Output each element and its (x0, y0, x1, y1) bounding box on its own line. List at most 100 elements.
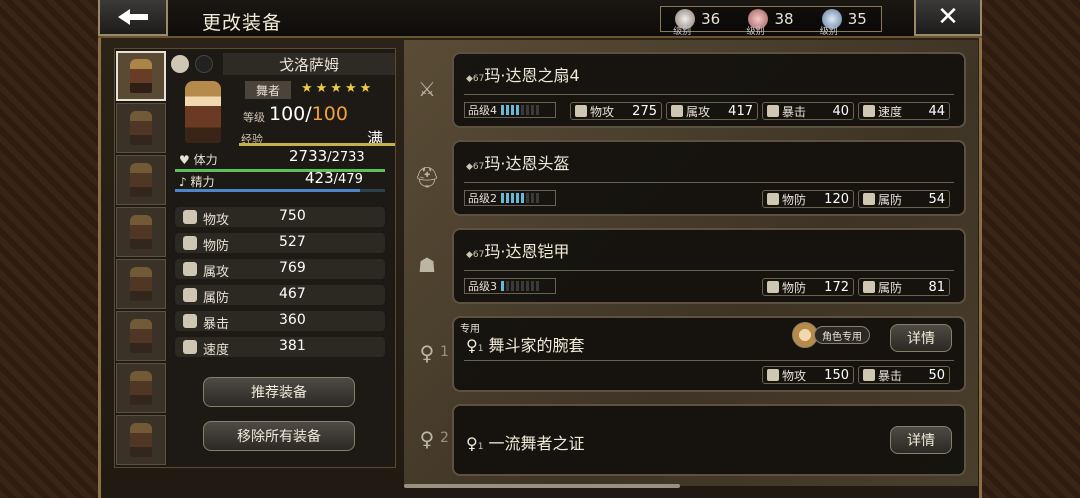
equipment-card-helmet[interactable]: ◆67玛·达恩头盔 品级2 物防 120 属防 54 (452, 140, 966, 216)
scrollbar[interactable] (404, 484, 680, 488)
details-button[interactable]: 详情 (890, 324, 952, 352)
roster-slot[interactable] (116, 155, 166, 205)
grade-pip (526, 105, 529, 115)
elem-defense-icon (863, 193, 875, 205)
roster-slot[interactable] (116, 363, 166, 413)
item-name: 舞斗家的腕套 (488, 336, 585, 355)
stat-box: 物防 120 (762, 190, 854, 208)
mp-row: ♪ 精力 423/479 (175, 169, 395, 191)
character-sprite (130, 215, 152, 249)
grade-pip (511, 281, 514, 291)
roster-slot[interactable] (116, 311, 166, 361)
mp-bar (175, 189, 360, 192)
level-value: 100/100 (269, 103, 348, 125)
phys-defense-icon (183, 236, 197, 250)
item-name: 玛·达恩铠甲 (484, 242, 570, 261)
helmet-icon: ◆ (466, 162, 473, 172)
item-name: 玛·达恩头盔 (484, 154, 570, 173)
armor-icon: ◆ (466, 250, 473, 260)
roster-slot[interactable] (116, 259, 166, 309)
phys-defense-icon (767, 281, 779, 293)
critical-icon (767, 105, 779, 117)
crest-icon: 级别 (746, 9, 769, 37)
grade-bar: 品级3 (464, 278, 556, 294)
elem-defense-icon (863, 281, 875, 293)
grade-pip (506, 281, 509, 291)
role-exclusive-tag: 角色专用 (814, 326, 870, 344)
roster-slot[interactable] (116, 51, 166, 101)
stat-box: 暴击 40 (762, 102, 854, 120)
elem-attack-icon (183, 262, 197, 276)
grade-pip (516, 105, 519, 115)
stat-box: 暴击 50 (858, 366, 950, 384)
stats-list: 物攻 750 物防 527 属攻 769 属防 467 暴击 360 速度 381 (175, 207, 385, 363)
heart-icon: ♥ (179, 153, 190, 167)
equipment-card-armor[interactable]: ◆67玛·达恩铠甲 品级3 物防 172 属防 81 (452, 228, 966, 304)
hp-row: ♥ 体力 2733/2733 (175, 147, 395, 169)
roster-slot[interactable] (116, 415, 166, 465)
grade-pip (501, 193, 504, 203)
character-sprite (130, 423, 152, 457)
fan-icon (171, 55, 189, 73)
mp-value: 423/479 (305, 169, 363, 187)
grade-pip (501, 281, 504, 291)
grade-pip (516, 193, 519, 203)
stat-row: 速度 381 (175, 337, 385, 358)
helmet-slot-icon: ⛑ (414, 165, 440, 189)
remove-all-equipment-button[interactable]: 移除所有装备 (203, 421, 355, 451)
level-indicator: 级别 35 (820, 9, 867, 37)
item-level: 67 (472, 250, 485, 260)
details-button[interactable]: 详情 (890, 426, 952, 454)
back-arrow-icon (118, 9, 148, 25)
item-level: 1 (477, 344, 484, 354)
roster-slot[interactable] (116, 103, 166, 153)
critical-icon (863, 369, 875, 381)
item-name: 玛·达恩之扇4 (484, 66, 580, 85)
hp-value: 2733/2733 (289, 147, 365, 165)
back-button[interactable] (98, 0, 168, 36)
level-label: 等级 (243, 111, 265, 124)
grade-pip (536, 105, 539, 115)
accessory-card-2[interactable]: ♀1 一流舞者之证 详情 (452, 404, 966, 476)
rarity-stars: ★★★★★ (301, 81, 375, 96)
character-roster (115, 49, 167, 469)
grade-pip (511, 193, 514, 203)
grade-pip (526, 193, 529, 203)
character-sprite (130, 163, 152, 197)
weapon-slot-icon: ⚔ (418, 77, 436, 101)
character-portrait (185, 81, 221, 143)
stat-row: 属攻 769 (175, 259, 385, 280)
right-border (982, 0, 1080, 498)
page-title: 更改装备 (202, 12, 283, 34)
item-level: 1 (477, 442, 484, 452)
level-value: 35 (847, 10, 867, 28)
speed-icon (183, 340, 197, 354)
accessory-icon: ♀ (466, 434, 478, 453)
stat-box: 速度 44 (858, 102, 950, 120)
stat-box: 属攻 417 (666, 102, 758, 120)
roster-slot[interactable] (116, 207, 166, 257)
grade-pip (521, 281, 524, 291)
character-sprite (130, 319, 152, 353)
recommend-equipment-button[interactable]: 推荐装备 (203, 377, 355, 407)
equipment-card-weapon[interactable]: ◆67玛·达恩之扇4 品级4 物攻 275 属攻 417 暴击 40 速度 44 (452, 52, 966, 128)
stat-box: 物攻 150 (762, 366, 854, 384)
grade-pip (531, 105, 534, 115)
grade-pip (521, 105, 524, 115)
accessory-slot-number: 2 (440, 430, 449, 446)
level-value: 38 (774, 10, 794, 28)
stat-row: 属防 467 (175, 285, 385, 306)
accessory-card-1[interactable]: 专用 ♀1 舞斗家的腕套 角色专用 详情 物攻 150 暴击 50 (452, 316, 966, 392)
level-value: 36 (701, 10, 721, 28)
grade-pip (536, 281, 539, 291)
equipment-panel: ⚔ ◆67玛·达恩之扇4 品级4 物攻 275 属攻 417 暴击 40 速度 44 ⛑… (404, 40, 978, 486)
grade-bar: 品级2 (464, 190, 556, 206)
element-icon (195, 55, 213, 73)
critical-icon (183, 314, 197, 328)
grade-pip (521, 193, 524, 203)
fan-icon: ◆ (466, 74, 473, 84)
elem-defense-icon (183, 288, 197, 302)
armor-slot-icon: ☗ (418, 253, 436, 277)
close-button[interactable]: ✕ (914, 0, 982, 36)
phys-attack-icon (575, 105, 587, 117)
